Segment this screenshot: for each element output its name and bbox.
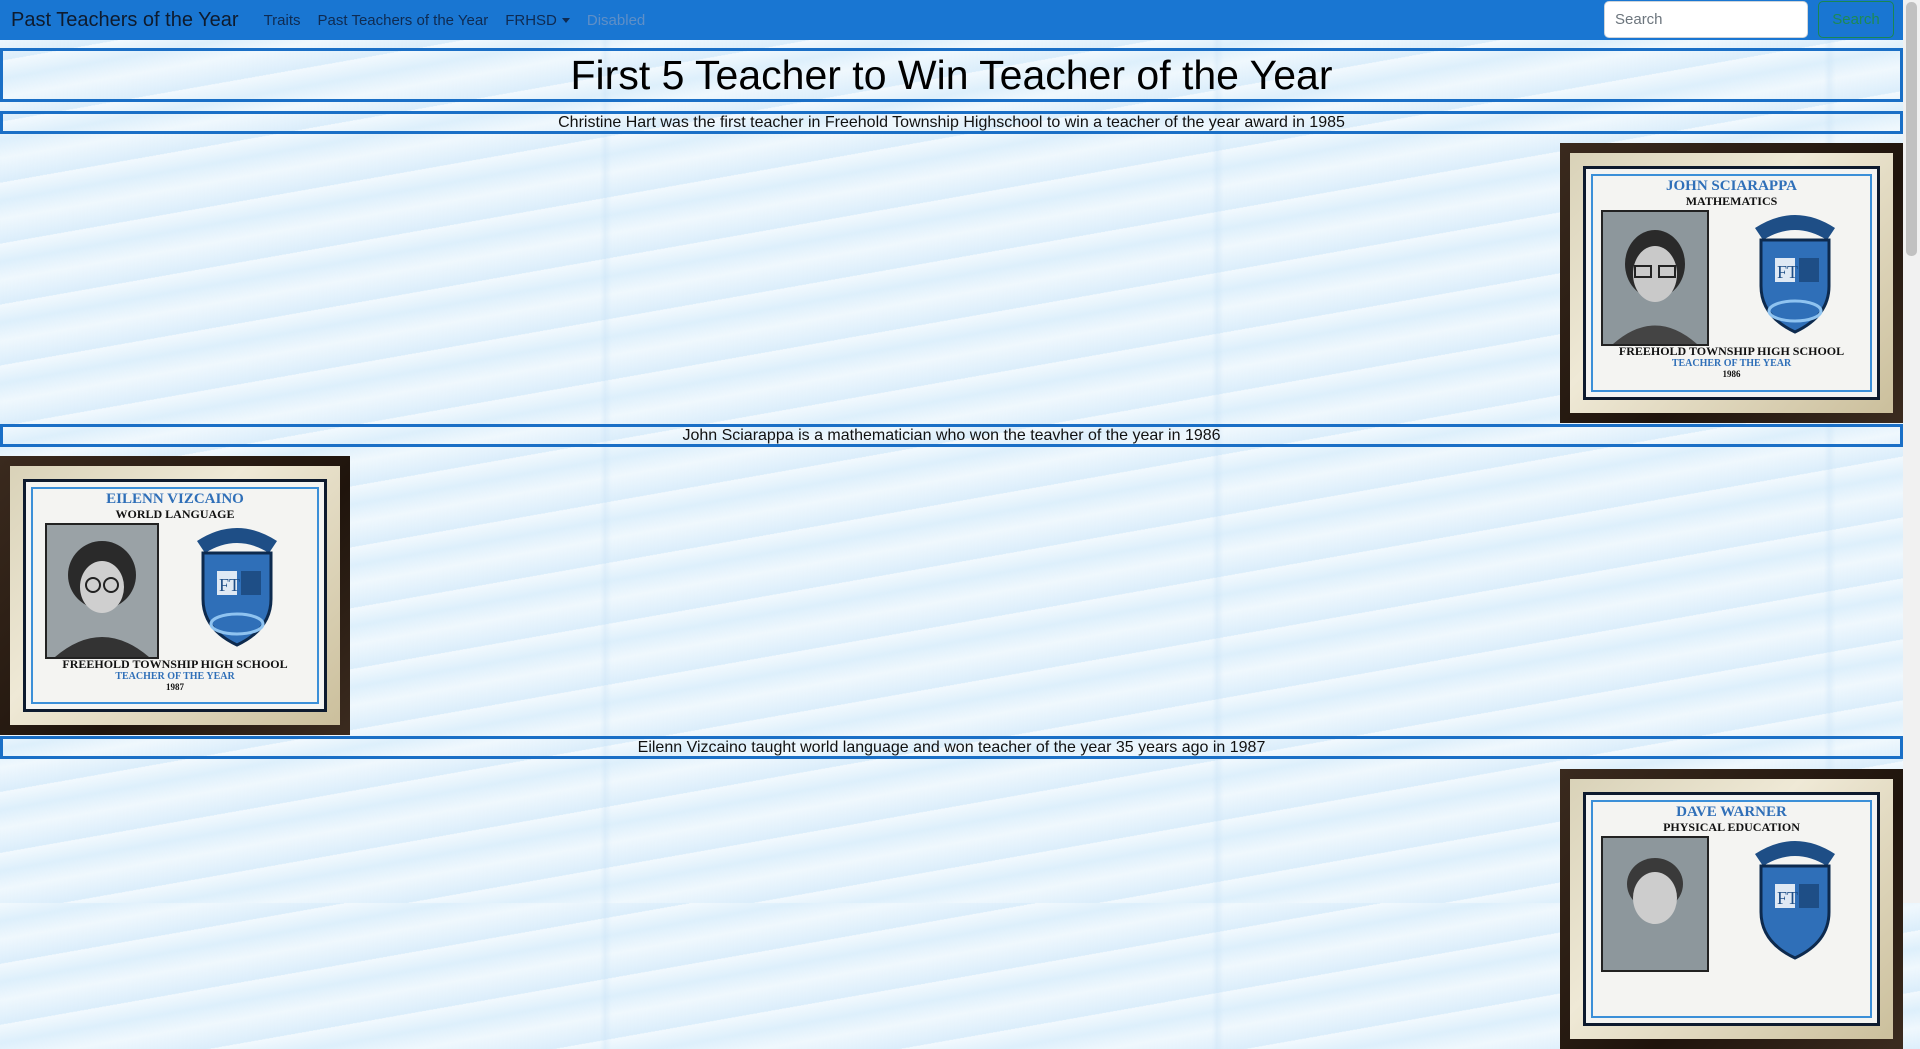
- teacher-photo: [45, 523, 159, 659]
- svg-text:FT: FT: [1777, 262, 1798, 282]
- page-scrollbar[interactable]: [1903, 0, 1920, 903]
- plaque-school: FREEHOLD TOWNSHIP HIGH SCHOOL: [62, 657, 288, 671]
- plaque-name: DAVE WARNER: [1676, 804, 1787, 820]
- teacher-photo: [1601, 210, 1709, 346]
- nav-link-traits[interactable]: Traits: [264, 12, 301, 29]
- plaque-award: TEACHER OF THE YEAR: [1671, 358, 1792, 369]
- svg-text:FT: FT: [219, 575, 240, 595]
- school-crest-icon: FT: [1755, 841, 1835, 960]
- caret-down-icon: [561, 18, 570, 24]
- plaque-award: TEACHER OF THE YEAR: [115, 671, 235, 682]
- plaque-image-eilenn-vizcaino: EILENN VIZCAINO WORLD LANGUAGE FT FREEHO…: [0, 456, 350, 735]
- school-crest-icon: FT: [1755, 215, 1835, 334]
- school-crest-icon: FT: [197, 528, 277, 647]
- nav-dropdown-label: FRHSD: [505, 11, 557, 29]
- nav-link-past-teachers[interactable]: Past Teachers of the Year: [318, 12, 489, 29]
- plaque-school: FREEHOLD TOWNSHIP HIGH SCHOOL: [1618, 344, 1845, 358]
- plaque-year: 1987: [166, 682, 184, 692]
- search-input[interactable]: [1604, 1, 1808, 38]
- nav-dropdown-frhsd[interactable]: FRHSD: [505, 12, 570, 29]
- navbar-brand[interactable]: Past Teachers of the Year: [11, 9, 239, 32]
- scrollbar-thumb[interactable]: [1906, 2, 1917, 256]
- caption-christine-hart: Christine Hart was the first teacher in …: [0, 111, 1903, 134]
- caption-eilenn-vizcaino: Eilenn Vizcaino taught world language an…: [0, 736, 1903, 759]
- page-title-box: First 5 Teacher to Win Teacher of the Ye…: [0, 48, 1903, 102]
- caption-john-sciarappa: John Sciarappa is a mathematician who wo…: [0, 424, 1903, 447]
- plaque-image-john-sciarappa: JOHN SCIARAPPA MATHEMATICS FT FREEHOLD T…: [1560, 143, 1903, 423]
- search-button[interactable]: Search: [1818, 1, 1894, 38]
- plaque-year: 1986: [1722, 369, 1741, 379]
- navbar: Past Teachers of the Year Traits Past Te…: [0, 0, 1903, 40]
- plaque-name: JOHN SCIARAPPA: [1666, 178, 1797, 194]
- svg-text:FT: FT: [1777, 888, 1798, 908]
- teacher-photo: [1601, 836, 1709, 972]
- page-title: First 5 Teacher to Win Teacher of the Ye…: [570, 51, 1333, 98]
- plaque-name: EILENN VIZCAINO: [106, 491, 244, 507]
- nav-link-disabled: Disabled: [586, 11, 646, 29]
- plaque-image-dave-warner: DAVE WARNER PHYSICAL EDUCATION FT: [1560, 769, 1903, 1049]
